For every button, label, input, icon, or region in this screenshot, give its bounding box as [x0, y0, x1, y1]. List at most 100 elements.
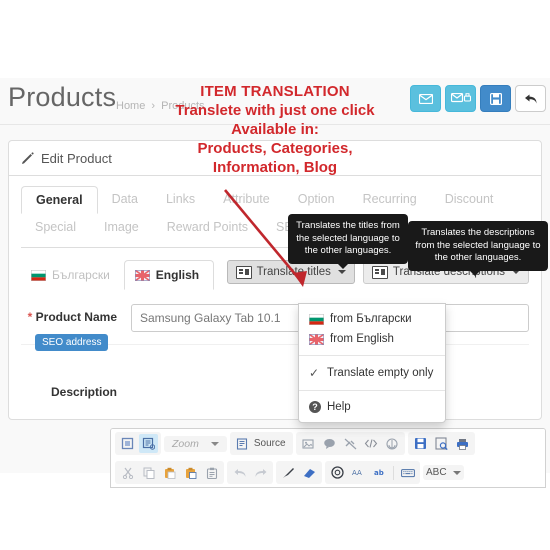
tab-reward-points[interactable]: Reward Points [153, 214, 262, 240]
tab-attribute[interactable]: Attribute [209, 186, 284, 212]
product-name-label-text: Product Name [35, 310, 117, 324]
translate-icon [235, 265, 252, 279]
page-header: Products Home › Products [0, 78, 550, 125]
translate-titles-dropdown: from Български from English ✓ Translate … [298, 303, 446, 423]
bulgaria-flag-icon [309, 313, 324, 325]
editor-group-source: Source [229, 432, 293, 455]
dropdown-item-from-bulgarian[interactable]: from Български [299, 309, 445, 329]
dropdown-item-from-bulgarian-label: from Български [330, 313, 412, 325]
save-button[interactable] [480, 85, 511, 112]
comment-icon[interactable] [320, 434, 339, 453]
translate-titles-button[interactable]: Translate titles [226, 260, 355, 284]
tooltip-translate-descriptions-text: Translates the descriptions from the sel… [415, 227, 541, 263]
back-button[interactable] [515, 85, 546, 112]
seo-address-badge[interactable]: SEO address [35, 334, 109, 351]
language-tab-english[interactable]: English [123, 260, 215, 290]
breadcrumb-home[interactable]: Home [116, 100, 145, 112]
toolbar-divider [393, 465, 394, 480]
screenshot-root: Products Home › Products Edit Product Ge… [0, 0, 550, 550]
page-title: Products [8, 82, 117, 112]
panel-body: General Data Links Attribute Option Recu… [9, 176, 541, 419]
unlink-icon[interactable] [341, 434, 360, 453]
product-name-label: * Product Name [21, 304, 117, 325]
select-all-icon[interactable]: ab [370, 463, 389, 482]
language-tab-bulgarian[interactable]: Български [21, 260, 124, 290]
form-row-description: Description [21, 379, 529, 419]
pencil-icon [21, 151, 34, 165]
uk-flag-icon [308, 332, 325, 346]
editor-group-undo [227, 461, 273, 484]
editor-group-maximize [115, 432, 161, 455]
abc-label: ABC [426, 467, 447, 478]
tab-image[interactable]: Image [90, 214, 153, 240]
print-icon[interactable] [453, 434, 472, 453]
tab-option[interactable]: Option [284, 186, 349, 212]
paste-icon[interactable] [160, 463, 179, 482]
breadcrumb-current[interactable]: Products [161, 100, 204, 112]
maximize-icon[interactable] [118, 434, 137, 453]
chevron-down-icon [512, 270, 520, 274]
dropdown-item-help-label: Help [327, 401, 351, 413]
tab-links[interactable]: Links [152, 186, 209, 212]
anchor-icon[interactable] [383, 434, 402, 453]
back-arrow-icon [524, 94, 537, 103]
bulgaria-flag-icon [31, 269, 46, 281]
replace-icon[interactable]: AA [349, 463, 368, 482]
paste-word-icon[interactable] [181, 463, 200, 482]
question-circle-icon: ? [309, 401, 321, 413]
redo-icon[interactable] [251, 463, 270, 482]
panel-title: Edit Product [41, 150, 112, 166]
paste-text-icon[interactable] [202, 463, 221, 482]
tab-discount[interactable]: Discount [431, 186, 508, 212]
source-label: Source [253, 438, 286, 449]
preview-icon[interactable] [432, 434, 451, 453]
svg-text:ab: ab [374, 469, 384, 477]
editor-toolbar-row-2: AA ab ABC [111, 458, 545, 487]
nav-tabs-row-1: General Data Links Attribute Option Recu… [21, 186, 529, 214]
tab-special[interactable]: Special [21, 214, 90, 240]
save-icon[interactable] [411, 434, 430, 453]
chevron-down-icon [210, 441, 219, 446]
image-icon[interactable] [299, 434, 318, 453]
find-icon[interactable] [328, 463, 347, 482]
keyboard-icon[interactable] [398, 463, 417, 482]
dropdown-item-help[interactable]: ? Help [299, 397, 445, 417]
checkmark-icon: ✓ [309, 366, 320, 380]
chevron-down-icon [452, 470, 461, 475]
tooltip-translate-titles: Translates the titles from the selected … [288, 214, 408, 269]
undo-icon[interactable] [230, 463, 249, 482]
zoom-label: Zoom [172, 437, 199, 450]
product-form: * Product Name SEO address Description [21, 290, 529, 419]
panel-header: Edit Product [9, 141, 541, 176]
dropdown-item-translate-empty-only-label: Translate empty only [327, 367, 434, 379]
dropdown-item-translate-empty-only[interactable]: ✓ Translate empty only [299, 362, 445, 384]
editor-group-format [276, 461, 322, 484]
dropdown-divider [299, 390, 445, 391]
translate-icon [371, 265, 388, 279]
remove-format-icon[interactable] [300, 463, 319, 482]
zoom-select[interactable]: Zoom [167, 438, 224, 450]
required-marker: * [27, 310, 33, 324]
dropdown-item-from-english[interactable]: from English [299, 329, 445, 349]
copy-icon[interactable] [139, 463, 158, 482]
email-button[interactable] [410, 85, 441, 112]
breadcrumb-separator: › [151, 100, 156, 112]
editor-toolbar-row-1: Zoom Source [111, 429, 545, 458]
format-painter-icon[interactable] [279, 463, 298, 482]
svg-text:AA: AA [352, 469, 362, 477]
dropdown-item-from-english-label: from English [330, 333, 394, 345]
source-icon[interactable] [233, 434, 252, 453]
chevron-down-icon [337, 270, 346, 274]
tab-general[interactable]: General [21, 186, 98, 214]
tab-recurring[interactable]: Recurring [349, 186, 431, 212]
header-actions [410, 85, 546, 112]
edit-product-panel: Edit Product General Data Links Attribut… [8, 140, 542, 420]
email-print-button[interactable] [445, 85, 476, 112]
tab-data[interactable]: Data [98, 186, 152, 212]
show-blocks-icon[interactable] [139, 434, 158, 453]
cut-icon[interactable] [118, 463, 137, 482]
code-icon[interactable] [362, 434, 381, 453]
dropdown-divider [299, 355, 445, 356]
editor-group-find: AA ab [325, 461, 420, 484]
envelope-print-icon [450, 93, 471, 103]
